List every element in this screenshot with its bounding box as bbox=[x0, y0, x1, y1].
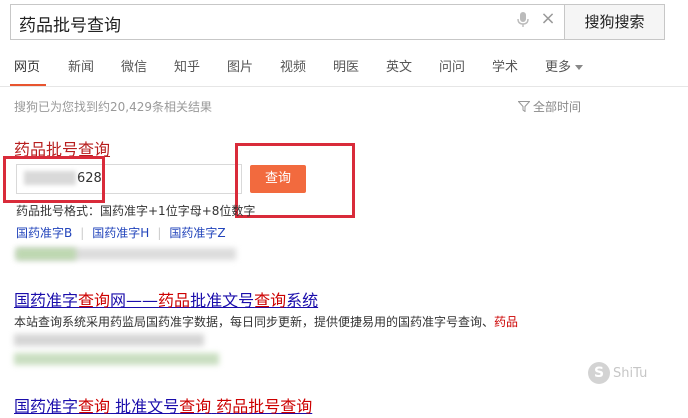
title-segment: 批准文号 bbox=[190, 291, 255, 310]
quick-links: 国药准字B | 国药准字H | 国药准字Z bbox=[16, 224, 226, 241]
tab-more-label: 更多 bbox=[545, 60, 572, 75]
result-count: 搜狗已为您找到约20,429条相关结果 bbox=[14, 100, 212, 114]
search-button[interactable]: 搜狗搜索 bbox=[564, 4, 665, 40]
title-keyword: 查询 bbox=[78, 397, 111, 416]
tab-medical[interactable]: 明医 bbox=[333, 56, 359, 75]
desc-segment: 本站查询系统采用药监局国药准字数据，每日同步更新，提供便捷易用的国药准字号查询、 bbox=[14, 315, 495, 329]
microphone-icon[interactable] bbox=[516, 12, 530, 28]
time-filter[interactable]: 全部时间 bbox=[518, 98, 581, 115]
watermark: S ShiTu bbox=[588, 362, 660, 388]
title-keyword: 药品批号查询 bbox=[216, 397, 313, 416]
link-guoyao-b[interactable]: 国药准字B bbox=[16, 226, 72, 240]
title-keyword: 查询 bbox=[254, 291, 287, 310]
title-keyword: 查询 bbox=[179, 397, 212, 416]
title-segment: 系统 bbox=[286, 291, 319, 310]
highlight-box-input bbox=[3, 156, 105, 203]
divider bbox=[0, 86, 688, 87]
tab-news[interactable]: 新闻 bbox=[68, 56, 94, 75]
link-separator: | bbox=[157, 226, 162, 240]
title-segment: 批准文号 bbox=[110, 397, 180, 416]
search-input[interactable] bbox=[17, 5, 511, 41]
blurred-source-url bbox=[16, 248, 76, 260]
link-guoyao-h[interactable]: 国药准字H bbox=[92, 226, 149, 240]
tab-more[interactable]: 更多 bbox=[545, 56, 584, 75]
tab-wenwen[interactable]: 问问 bbox=[439, 56, 465, 75]
tab-wechat[interactable]: 微信 bbox=[121, 56, 147, 75]
search-box[interactable] bbox=[10, 4, 564, 41]
blurred-text bbox=[14, 334, 204, 346]
format-description: 药品批号格式：国药准字+1位字母+8位数字 bbox=[16, 204, 256, 218]
tab-zhihu[interactable]: 知乎 bbox=[174, 56, 200, 75]
watermark-text: ShiTu bbox=[613, 365, 648, 381]
tab-videos[interactable]: 视频 bbox=[280, 56, 306, 75]
result-title-link[interactable]: 国药准字查询 批准文号查询 药品批号查询 bbox=[14, 393, 312, 417]
clear-icon[interactable]: × bbox=[540, 9, 556, 29]
filter-icon bbox=[518, 101, 530, 112]
result-description: 本站查询系统采用药监局国药准字数据，每日同步更新，提供便捷易用的国药准字号查询、… bbox=[14, 313, 518, 330]
result-title-link[interactable]: 国药准字查询网——药品批准文号查询系统 bbox=[14, 287, 318, 311]
watermark-logo-icon: S bbox=[588, 362, 610, 384]
tab-academic[interactable]: 学术 bbox=[492, 56, 518, 75]
link-separator: | bbox=[80, 226, 85, 240]
tab-web[interactable]: 网页 bbox=[14, 56, 40, 75]
title-segment: 国药准字 bbox=[14, 291, 79, 310]
title-keyword: 查询 bbox=[78, 291, 111, 310]
chevron-down-icon bbox=[575, 65, 584, 70]
time-filter-label: 全部时间 bbox=[533, 100, 582, 114]
blurred-source-url bbox=[14, 353, 219, 365]
link-guoyao-z[interactable]: 国药准字Z bbox=[169, 226, 225, 240]
tab-english[interactable]: 英文 bbox=[386, 56, 412, 75]
vertical-tabs: 网页 新闻 微信 知乎 图片 视频 明医 英文 问问 学术 更多 bbox=[0, 56, 688, 80]
desc-keyword: 药品 bbox=[494, 315, 519, 329]
title-keyword: 药品 bbox=[158, 291, 191, 310]
title-segment: 网—— bbox=[110, 291, 159, 310]
tab-images[interactable]: 图片 bbox=[227, 56, 253, 75]
title-segment: 国药准字 bbox=[14, 397, 79, 416]
